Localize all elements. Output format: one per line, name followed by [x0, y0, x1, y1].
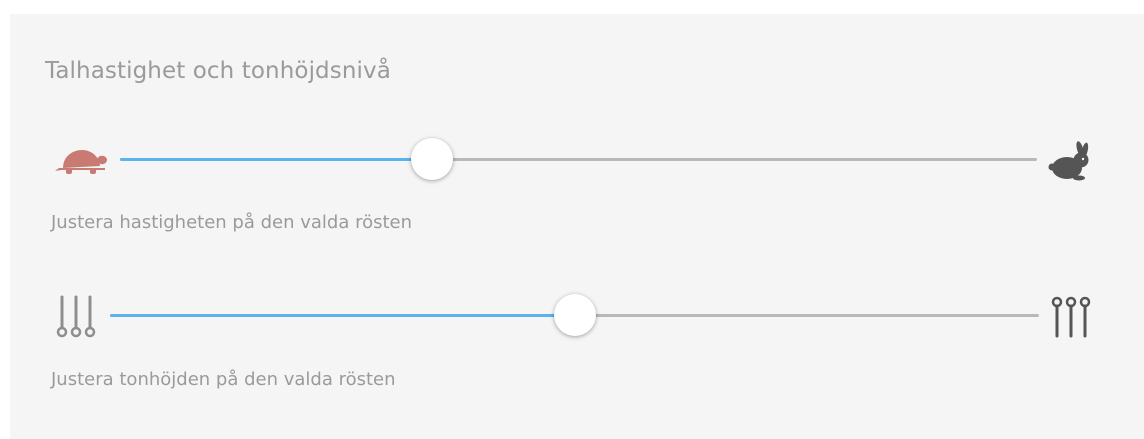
pitch-caption: Justera tonhöjden på den valda rösten — [51, 369, 396, 390]
pitch-slider-thumb[interactable] — [553, 294, 596, 336]
turtle-icon — [55, 150, 107, 174]
pitch-slider[interactable] — [110, 294, 1039, 336]
rabbit-icon — [1048, 141, 1089, 181]
section-title: Talhastighet och tonhöjdsnivå — [45, 58, 391, 84]
speed-slider-fill — [120, 158, 432, 161]
pitch-low-icon — [56, 295, 96, 338]
pitch-slider-fill — [110, 314, 575, 317]
speed-caption: Justera hastigheten på den valda rösten — [51, 212, 413, 233]
speed-slider[interactable] — [120, 138, 1037, 180]
speech-settings-panel: Talhastighet och tonhöjdsnivå Justera ha… — [10, 14, 1144, 439]
pitch-high-icon — [1051, 296, 1091, 338]
speed-slider-thumb[interactable] — [410, 138, 453, 180]
